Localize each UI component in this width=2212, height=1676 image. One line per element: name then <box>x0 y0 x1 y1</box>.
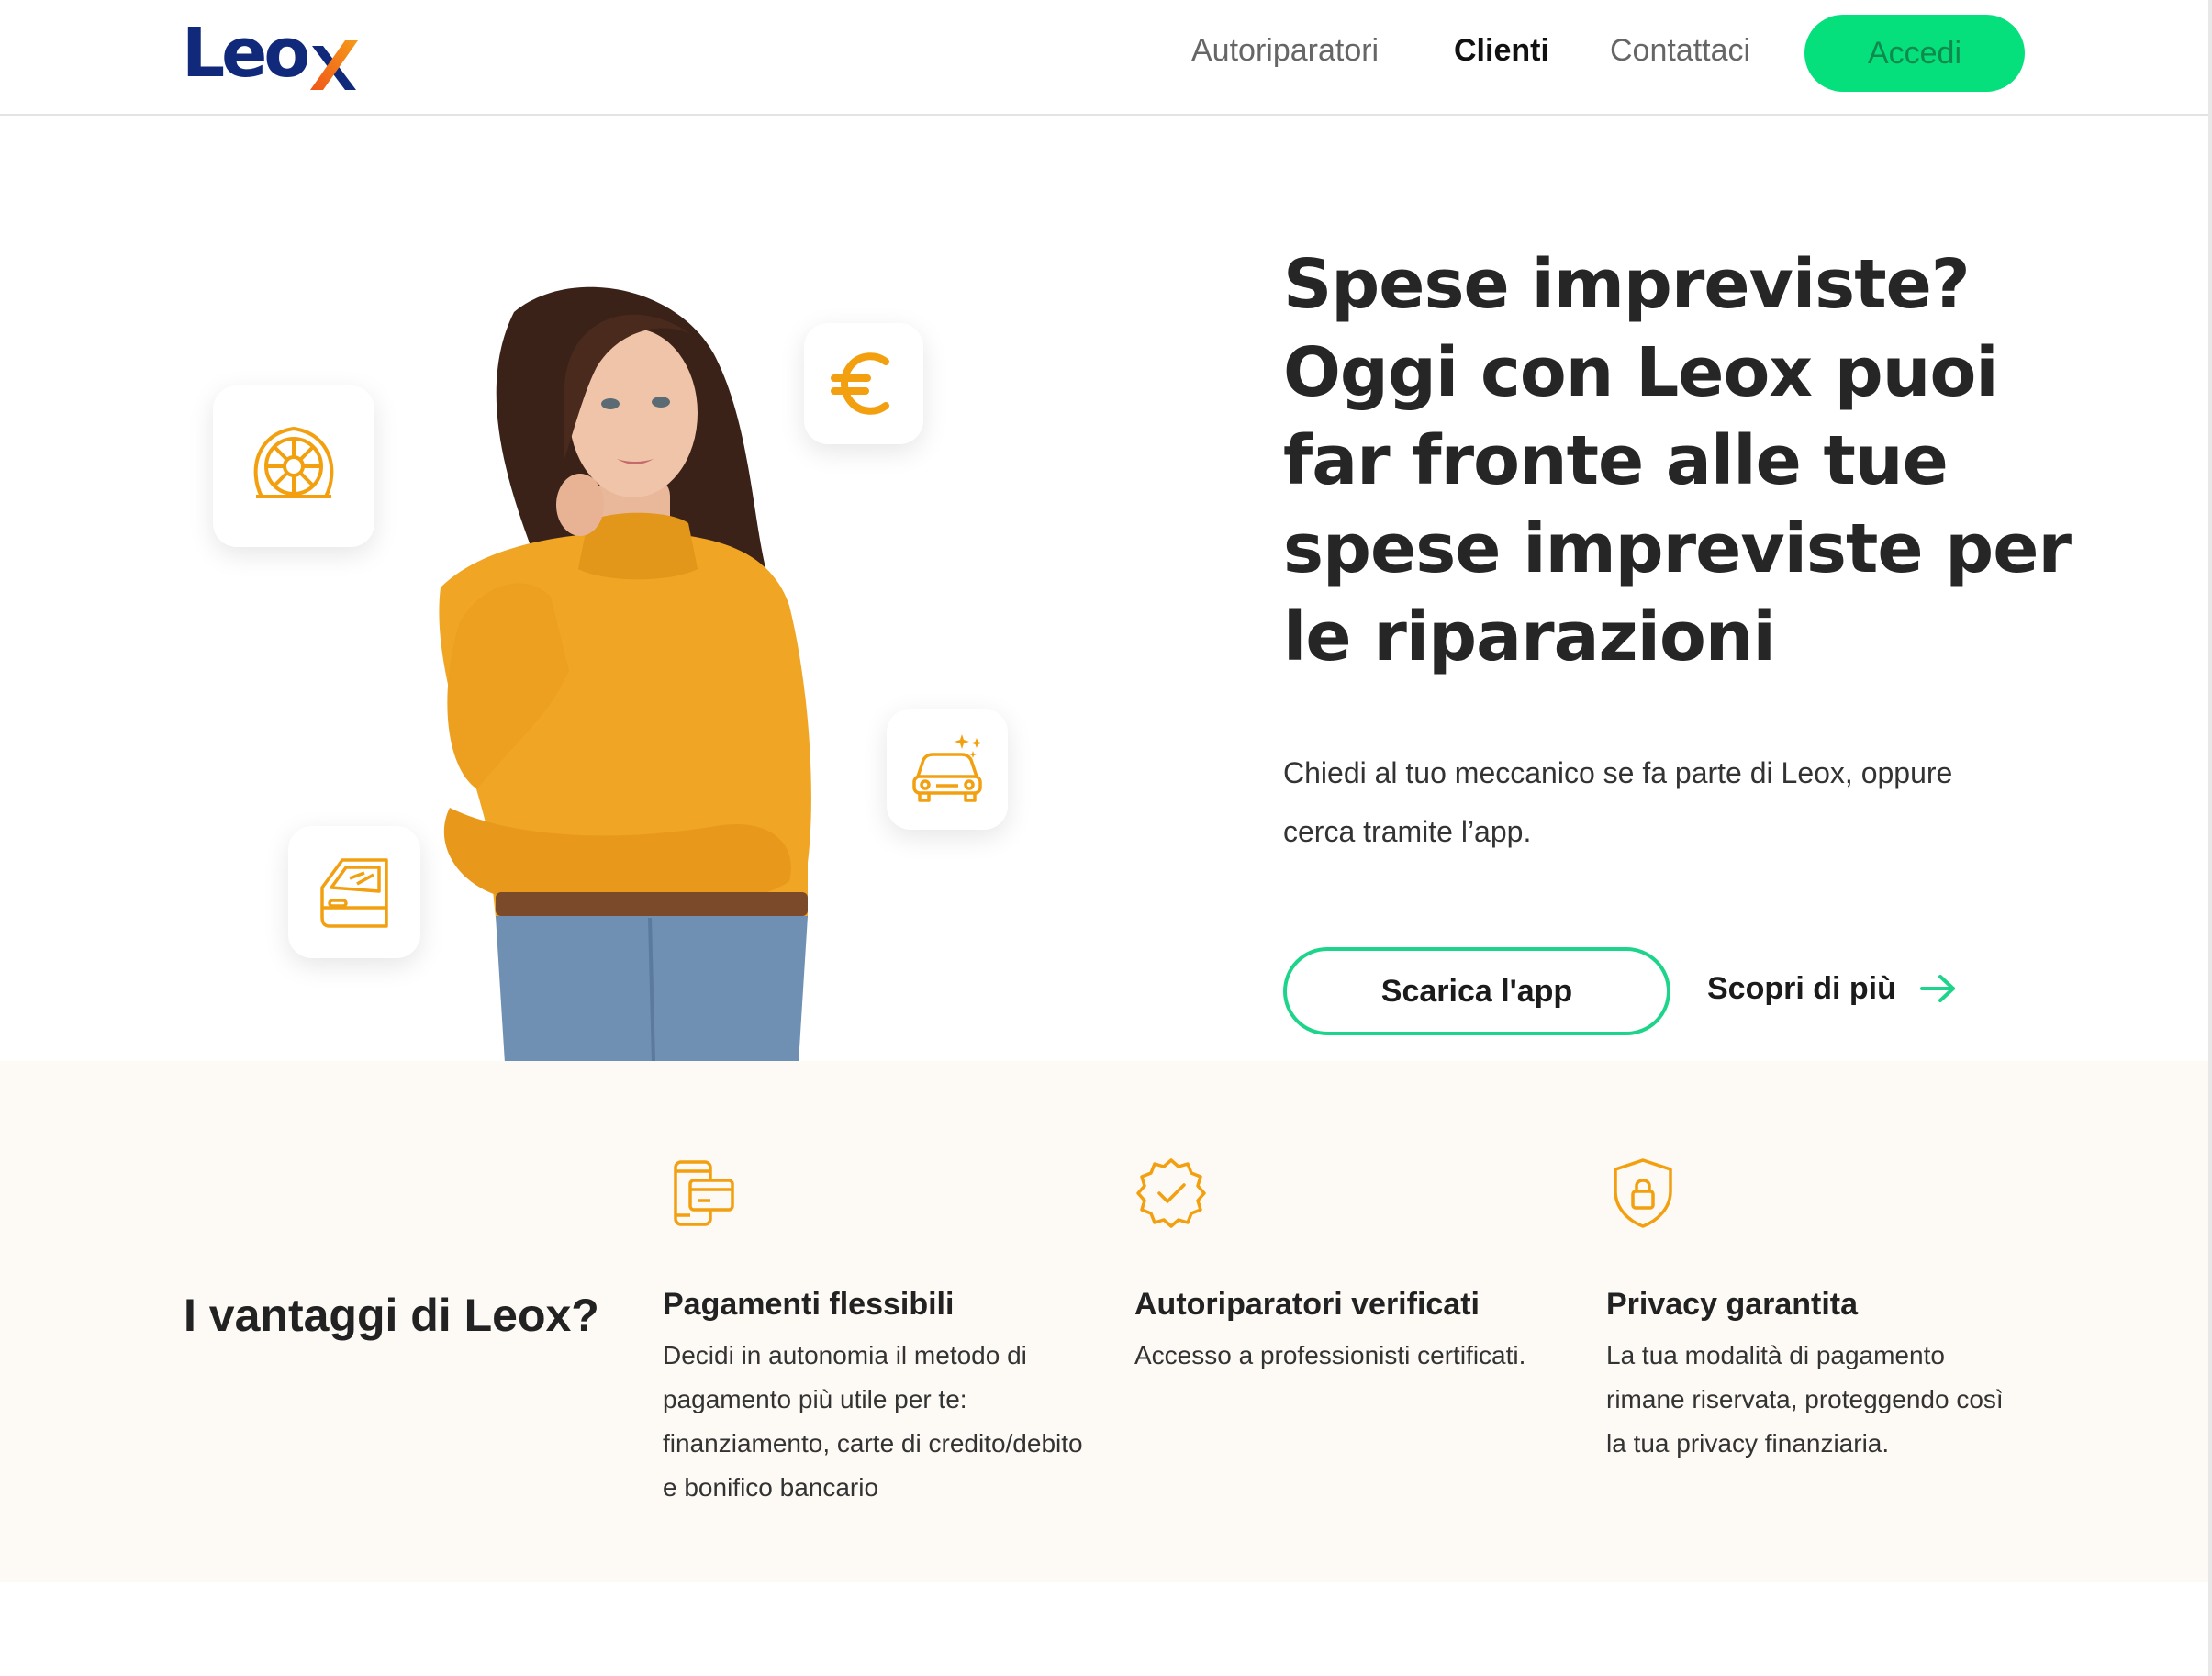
benefit-title: Pagamenti flessibili <box>663 1287 955 1322</box>
benefits-section: I vantaggi di Leox? Pagamenti flessibili… <box>0 1061 2208 1582</box>
top-nav: Leo Autoriparatori Clienti Contattaci Ac… <box>0 0 2208 116</box>
arrow-right-icon <box>1919 975 1955 1002</box>
euro-icon <box>831 352 889 415</box>
car-sparkle-icon <box>912 734 982 802</box>
page: Leo Autoriparatori Clienti Contattaci Ac… <box>0 0 2208 1676</box>
logo-x-mark <box>310 40 359 90</box>
privacy-shield-icon <box>1614 1158 1672 1228</box>
nav-link-clienti[interactable]: Clienti <box>1454 28 1549 73</box>
leox-logo[interactable]: Leo <box>182 17 360 90</box>
verified-badge-icon <box>1136 1158 1206 1228</box>
logo-wordmark: Leo <box>182 14 310 93</box>
learn-more-label: Scopri di più <box>1707 971 1896 1006</box>
login-button[interactable]: Accedi <box>1804 15 2025 92</box>
car-sparkle-card <box>887 709 1008 830</box>
benefit-privacy: Privacy garantita La tua modalità di pag… <box>1606 1156 2028 1466</box>
benefit-flexible-payments: Pagamenti flessibili Decidi in autonomia… <box>663 1156 1085 1543</box>
benefits-heading: I vantaggi di Leox? <box>184 1290 599 1341</box>
benefit-title: Privacy garantita <box>1606 1287 1859 1322</box>
nav-link-contattaci[interactable]: Contattaci <box>1610 28 1750 73</box>
benefit-title: Autoriparatori verificati <box>1134 1287 1480 1322</box>
hero-title: Spese impreviste? Oggi con Leox puoi far… <box>1283 245 2072 676</box>
car-door-card <box>288 826 420 958</box>
benefit-description: La tua modalità di pagamento rimane rise… <box>1606 1341 2004 1458</box>
benefit-desc-wrapper: Decidi in autonomia il metodo di pagamen… <box>663 1326 1085 1543</box>
benefit-verified-repairers: Autoriparatori verificati Accesso a prof… <box>1134 1156 1557 1378</box>
nav-link-autoriparatori[interactable]: Autoriparatori <box>1191 28 1379 73</box>
car-door-icon <box>320 858 388 928</box>
tire-card <box>213 385 374 547</box>
benefit-description: Decidi in autonomia il metodo di pagamen… <box>663 1341 1083 1502</box>
learn-more-link[interactable]: Scopri di più <box>1707 966 1959 1011</box>
benefit-description: Accesso a professionisti certificati. <box>1134 1341 1526 1369</box>
hero-subtitle: Chiedi al tuo meccanico se fa parte di L… <box>1283 756 1953 848</box>
euro-card <box>804 323 923 444</box>
page-scrollbar-edge <box>2208 0 2212 1676</box>
payment-card-icon <box>674 1160 734 1226</box>
download-app-button[interactable]: Scarica l'app <box>1283 947 1670 1035</box>
tire-icon <box>253 426 334 498</box>
